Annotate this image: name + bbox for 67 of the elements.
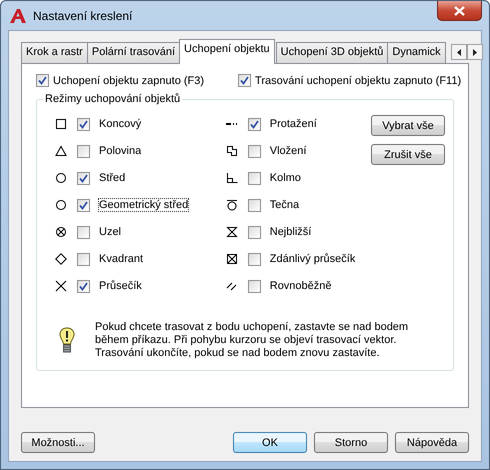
snap-marker-icon (55, 280, 67, 292)
checkbox-label[interactable]: Protažení (268, 117, 318, 131)
snap-marker-icon (226, 145, 238, 157)
checkbox-label[interactable]: Kolmo (268, 171, 302, 185)
checkbox[interactable] (238, 74, 252, 87)
checkbox-label[interactable]: Trasování uchopení objektu zapnuto (F11) (255, 74, 462, 86)
checkbox-label[interactable]: Nejbližší (268, 225, 312, 239)
checkbox-label[interactable]: Zdánlivý průsečík (268, 252, 356, 266)
snap-marker-icon (226, 172, 238, 184)
checkbox[interactable] (248, 144, 261, 158)
checkbox[interactable] (248, 280, 261, 292)
snap-marker-icon (55, 145, 67, 157)
checkbox[interactable] (248, 198, 261, 212)
checkbox-label[interactable]: Rovnoběžně (268, 279, 333, 293)
right-arrow-icon (472, 48, 477, 56)
checkbox[interactable] (248, 172, 261, 184)
checkbox-label[interactable]: Uchopení objektu zapnuto (F3) (53, 74, 204, 86)
group-title: Režimy uchopování objektů (44, 93, 182, 105)
app-logo-icon (9, 6, 27, 24)
tab[interactable]: Dynamick (387, 42, 446, 63)
checkbox[interactable] (36, 74, 49, 87)
tip-text: Pokud chcete trasovat z bodu uchopení, zastavte se nad bodem během příkazu. Při pohybu kurzoru se objeví trasovací vektor. Trasování ukončíte, pokud se nad bodem znovu zastavíte. (95, 321, 410, 360)
tab[interactable]: Krok a rastr (21, 42, 88, 63)
checkbox[interactable] (248, 226, 261, 238)
scroll-left-button[interactable] (450, 44, 467, 60)
lightbulb-icon (59, 326, 75, 354)
checkbox-label[interactable]: Vložení (268, 144, 308, 158)
dialog-button[interactable]: OK (233, 432, 307, 453)
checkbox-label[interactable]: Kvadrant (98, 252, 144, 266)
scroll-right-button[interactable] (466, 44, 483, 60)
snap-marker-icon (226, 226, 238, 238)
close-icon (454, 6, 465, 16)
tab[interactable]: Polární trasování (86, 42, 180, 63)
snap-marker-icon (55, 199, 67, 211)
checkbox-label[interactable]: Geometrický střed (98, 198, 190, 212)
checkbox-label[interactable]: Průsečík (98, 279, 143, 293)
tab[interactable]: Uchopení 3D objektů (276, 42, 388, 63)
checkbox-label[interactable]: Polovina (98, 144, 142, 158)
close-button[interactable] (437, 1, 482, 21)
checkbox-label[interactable]: Koncový (98, 117, 142, 131)
snap-marker-icon (55, 253, 67, 265)
checkbox[interactable] (248, 252, 261, 266)
dialog-button[interactable]: Storno (314, 432, 388, 453)
snap-marker-icon (226, 280, 238, 292)
snap-marker-icon (226, 199, 238, 211)
checkbox-label[interactable]: Uzel (98, 225, 122, 239)
checkbox[interactable] (77, 252, 90, 266)
tab[interactable]: Uchopení objektu (179, 39, 275, 64)
checkbox[interactable] (77, 144, 90, 158)
snap-marker-icon (55, 118, 67, 130)
checkbox[interactable] (77, 198, 90, 212)
dialog-button[interactable]: Zrušit vše (371, 144, 445, 165)
checkbox[interactable] (77, 118, 90, 130)
options-button[interactable]: Možnosti... (21, 432, 95, 453)
checkbox[interactable] (77, 226, 90, 238)
snap-marker-icon (55, 226, 67, 238)
left-arrow-icon (456, 48, 461, 56)
checkbox-label[interactable]: Střed (98, 171, 126, 185)
window-title: Nastavení kreslení (33, 8, 132, 22)
dialog-button[interactable]: Nápověda (395, 432, 469, 453)
dialog-button[interactable]: Vybrat vše (371, 115, 445, 136)
checkbox-label[interactable]: Tečna (268, 198, 300, 212)
snap-marker-icon (55, 172, 67, 184)
checkbox[interactable] (248, 118, 261, 130)
checkbox[interactable] (77, 172, 90, 184)
checkbox[interactable] (77, 280, 90, 292)
snap-marker-icon (226, 253, 238, 265)
